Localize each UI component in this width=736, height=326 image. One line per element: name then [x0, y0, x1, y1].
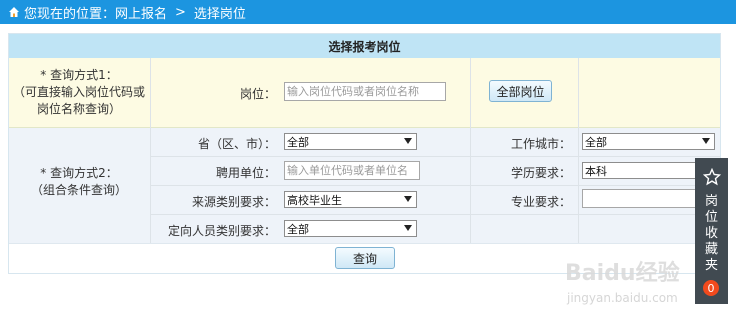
- query-mode-1-row: * 查询方式1： （可直接输入岗位代码或 岗位名称查询） 岗位： 全部岗位: [9, 58, 720, 128]
- favorites-label-char-1: 岗: [704, 194, 718, 209]
- source-label: 来源类别要求：: [191, 195, 276, 209]
- query-mode-1-label: * 查询方式1： （可直接输入岗位代码或 岗位名称查询）: [9, 67, 149, 118]
- breadcrumb-current: 选择岗位: [193, 6, 246, 22]
- breadcrumb-bar: 您现在的位置：网上报名 > 选择岗位: [0, 0, 736, 24]
- home-icon: [8, 6, 20, 18]
- employer-search-input[interactable]: [284, 161, 420, 180]
- directed-label: 定向人员类别要求：: [167, 224, 276, 238]
- query-mode-1-title: * 查询方式1：: [40, 68, 118, 82]
- star-icon: [702, 167, 722, 186]
- province-label: 省（区、市）：: [197, 137, 276, 151]
- chevron-down-icon: [702, 138, 710, 144]
- breadcrumb-separator: >: [175, 4, 186, 20]
- query-button[interactable]: 查询: [335, 247, 395, 269]
- directed-select[interactable]: 全部: [284, 220, 417, 237]
- query-mode-2-label: * 查询方式2： （组合条件查询）: [9, 165, 149, 199]
- employer-label: 聘用单位：: [215, 166, 276, 180]
- province-select[interactable]: 全部: [284, 133, 417, 150]
- position-label: 岗位：: [239, 87, 276, 101]
- education-label: 学历要求：: [510, 166, 571, 180]
- chevron-down-icon: [404, 225, 412, 231]
- query-mode-2-title: * 查询方式2：: [40, 166, 118, 180]
- directed-select-value: 全部: [287, 222, 309, 236]
- favorites-count-badge: 0: [703, 280, 719, 296]
- breadcrumb-location[interactable]: 您现在的位置：网上报名: [24, 3, 167, 22]
- favorites-label-char-3: 收: [704, 226, 718, 241]
- watermark-url: jingyan.baidu.com: [567, 291, 678, 305]
- favorites-label-char-2: 位: [704, 210, 718, 225]
- major-label: 专业要求：: [510, 195, 571, 209]
- city-label: 工作城市：: [510, 137, 571, 151]
- city-select[interactable]: 全部: [582, 133, 715, 150]
- chevron-down-icon: [404, 196, 412, 202]
- query-mode-2-hint: （组合条件查询）: [30, 183, 127, 197]
- query-mode-2-row: * 查询方式2： （组合条件查询） 省（区、市）： 全部 工作城市： 全部 聘用…: [9, 128, 720, 243]
- position-search-input[interactable]: [284, 82, 446, 101]
- chevron-down-icon: [404, 138, 412, 144]
- source-select[interactable]: 高校毕业生: [284, 191, 417, 208]
- query-mode-1-hint-cont: 岗位名称查询）: [36, 102, 121, 116]
- all-positions-button[interactable]: 全部岗位: [489, 80, 552, 102]
- watermark-brand: Baidu经验: [565, 261, 680, 286]
- baidu-jingyan-watermark: Baidu经验 jingyan.baidu.com: [565, 255, 705, 315]
- query-mode-1-hint: （可直接输入岗位代码或: [12, 85, 145, 99]
- panel-title: 选择报考岗位: [9, 34, 720, 58]
- city-select-value: 全部: [585, 135, 607, 149]
- select-position-panel: 选择报考岗位 * 查询方式1： （可直接输入岗位代码或 岗位名称查询） 岗位： …: [8, 33, 721, 274]
- source-select-value: 高校毕业生: [287, 193, 342, 207]
- province-select-value: 全部: [287, 135, 309, 149]
- education-select-value: 本科: [585, 164, 607, 178]
